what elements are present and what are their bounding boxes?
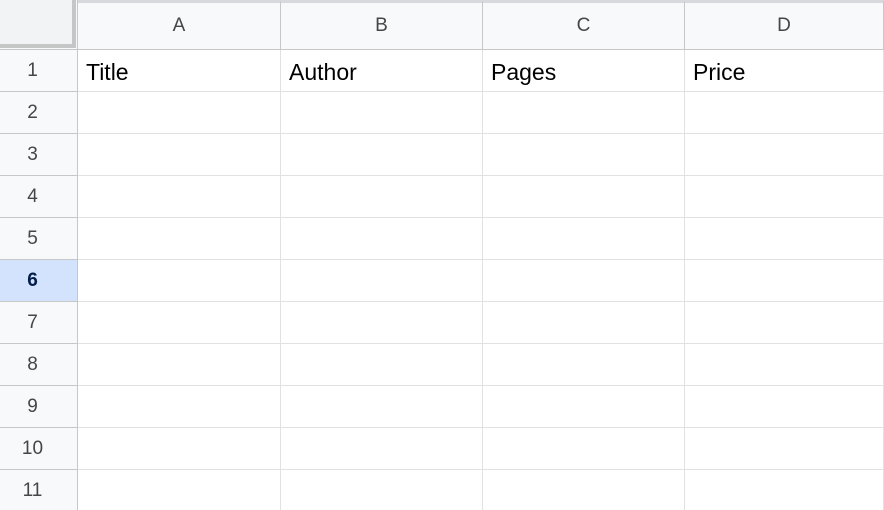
cell-c9[interactable] [483, 386, 685, 428]
cell-d8[interactable] [685, 344, 884, 386]
row-headers: 1 2 3 4 5 6 7 8 9 10 11 [0, 50, 78, 510]
grid-row-7 [78, 302, 884, 344]
cell-d5[interactable] [685, 218, 884, 260]
row-header-label: 10 [21, 437, 44, 459]
cell-d10[interactable] [685, 428, 884, 470]
cell-a2[interactable] [78, 92, 281, 134]
row-header-label: 11 [22, 479, 43, 501]
row-header-10[interactable]: 10 [0, 428, 78, 470]
cell-b3[interactable] [281, 134, 483, 176]
cell-c3[interactable] [483, 134, 685, 176]
cell-a4[interactable] [78, 176, 281, 218]
cell-a5[interactable] [78, 218, 281, 260]
row-header-3[interactable]: 3 [0, 134, 78, 176]
row-header-label: 6 [27, 269, 38, 291]
cell-c5[interactable] [483, 218, 685, 260]
row-header-label: 1 [27, 59, 38, 81]
row-header-11[interactable]: 11 [0, 470, 78, 510]
row-header-9[interactable]: 9 [0, 386, 78, 428]
cell-c4[interactable] [483, 176, 685, 218]
grid-row-6 [78, 260, 884, 302]
cell-d7[interactable] [685, 302, 884, 344]
cell-c6[interactable] [483, 260, 685, 302]
cell-d9[interactable] [685, 386, 884, 428]
cell-b11[interactable] [281, 470, 483, 510]
cell-b2[interactable] [281, 92, 483, 134]
cell-d1[interactable]: Price [685, 50, 884, 92]
row-header-4[interactable]: 4 [0, 176, 78, 218]
cell-d3[interactable] [685, 134, 884, 176]
cell-c7[interactable] [483, 302, 685, 344]
row-header-5[interactable]: 5 [0, 218, 78, 260]
cell-d11[interactable] [685, 470, 884, 510]
cell-b5[interactable] [281, 218, 483, 260]
row-header-2[interactable]: 2 [0, 92, 78, 134]
grid-row-8 [78, 344, 884, 386]
select-all-corner-fill[interactable] [0, 0, 76, 48]
grid-row-3 [78, 134, 884, 176]
column-header-a[interactable]: A [78, 0, 281, 50]
cell-a1[interactable]: Title [78, 50, 281, 92]
cell-a9[interactable] [78, 386, 281, 428]
column-header-b[interactable]: B [281, 0, 483, 50]
column-header-c[interactable]: C [483, 0, 685, 50]
cell-a8[interactable] [78, 344, 281, 386]
column-headers: A B C D [78, 0, 884, 50]
grid-row-10 [78, 428, 884, 470]
row-header-8[interactable]: 8 [0, 344, 78, 386]
row-header-label: 8 [27, 353, 38, 375]
cell-d6[interactable] [685, 260, 884, 302]
cell-c1[interactable]: Pages [483, 50, 685, 92]
row-header-label: 3 [27, 143, 38, 165]
row-header-1[interactable]: 1 [0, 50, 78, 92]
cell-c11[interactable] [483, 470, 685, 510]
row-header-label: 7 [27, 311, 38, 333]
cell-a10[interactable] [78, 428, 281, 470]
grid-row-5 [78, 218, 884, 260]
select-all-corner[interactable] [0, 0, 78, 50]
column-header-d[interactable]: D [685, 0, 884, 50]
cell-a11[interactable] [78, 470, 281, 510]
cell-b6[interactable] [281, 260, 483, 302]
row-header-label: 4 [27, 185, 38, 207]
cell-d2[interactable] [685, 92, 884, 134]
row-header-7[interactable]: 7 [0, 302, 78, 344]
cell-c2[interactable] [483, 92, 685, 134]
cell-d4[interactable] [685, 176, 884, 218]
row-header-label: 9 [27, 395, 38, 417]
grid-row-4 [78, 176, 884, 218]
grid-row-1: Title Author Pages Price [78, 50, 884, 92]
cell-a6[interactable] [78, 260, 281, 302]
row-header-label: 5 [27, 227, 38, 249]
row-header-6[interactable]: 6 [0, 260, 78, 302]
grid-row-9 [78, 386, 884, 428]
cell-b1[interactable]: Author [281, 50, 483, 92]
cell-c10[interactable] [483, 428, 685, 470]
cell-b9[interactable] [281, 386, 483, 428]
row-header-label: 2 [27, 101, 38, 123]
grid-row-2 [78, 92, 884, 134]
cell-a3[interactable] [78, 134, 281, 176]
cell-c8[interactable] [483, 344, 685, 386]
cell-b8[interactable] [281, 344, 483, 386]
cell-b10[interactable] [281, 428, 483, 470]
spreadsheet-grid: A B C D 1 2 3 4 5 6 7 8 9 10 11 Title Author Pages Pr… [0, 0, 884, 510]
grid-row-11 [78, 470, 884, 510]
cell-b7[interactable] [281, 302, 483, 344]
cell-grid: Title Author Pages Price [78, 50, 884, 510]
cell-a7[interactable] [78, 302, 281, 344]
cell-b4[interactable] [281, 176, 483, 218]
